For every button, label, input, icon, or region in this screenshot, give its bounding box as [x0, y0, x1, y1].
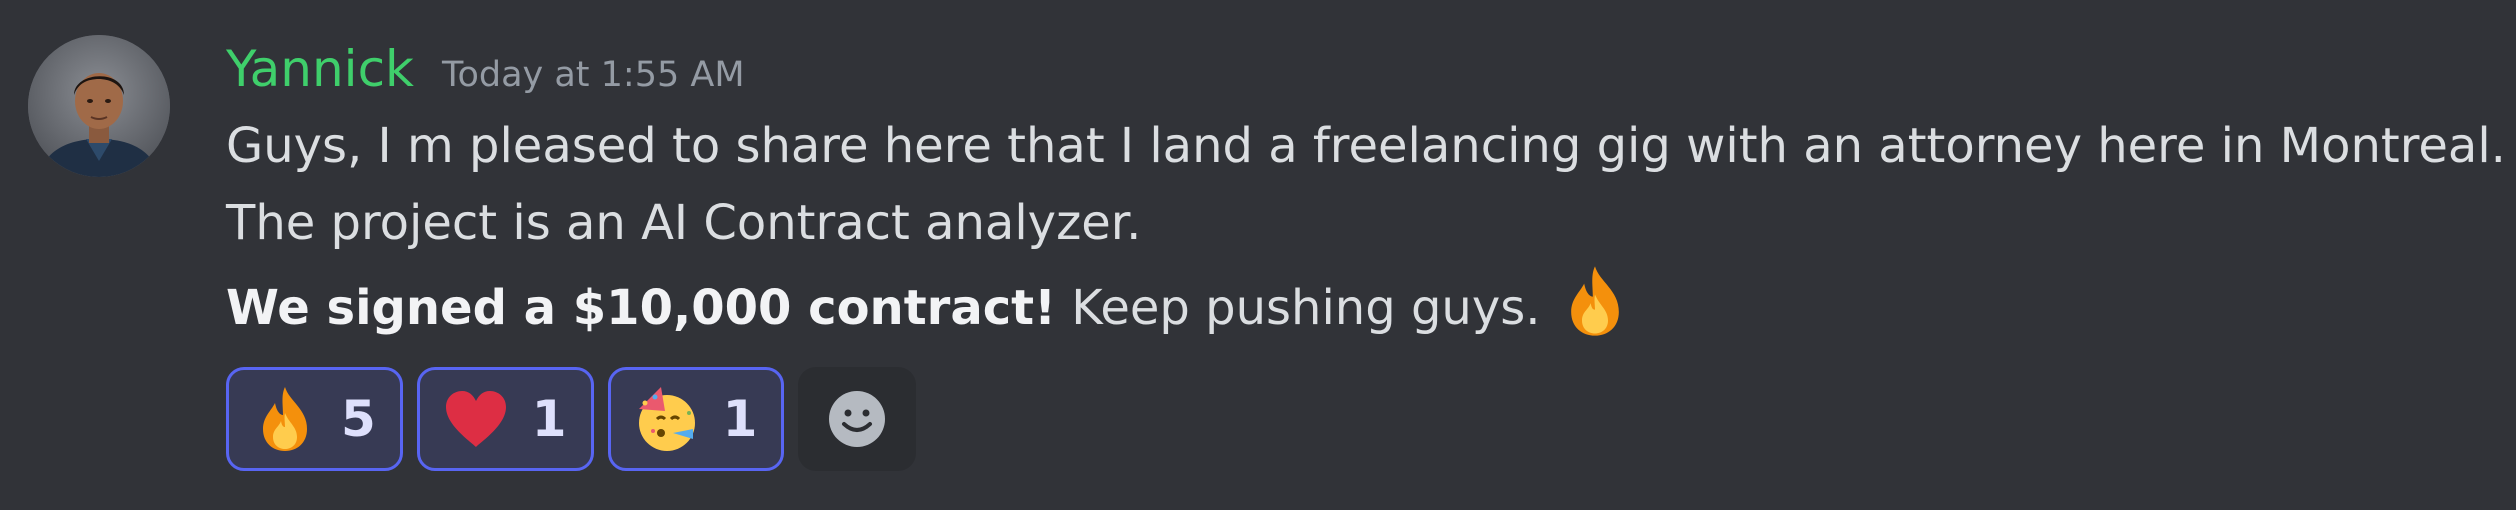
message-line-1: Guys, I m pleased to share here that I l…	[226, 118, 2506, 174]
reaction-heart[interactable]: 1	[416, 367, 594, 471]
message-rest-text: Keep pushing guys.	[1056, 280, 1541, 336]
message-header: Yannick Today at 1:55 AM	[226, 30, 2496, 108]
chat-message: Yannick Today at 1:55 AM Guys, I m pleas…	[0, 0, 2516, 510]
avatar[interactable]	[28, 35, 170, 177]
message-content: Yannick Today at 1:55 AM Guys, I m pleas…	[226, 30, 2506, 471]
reaction-count: 5	[341, 390, 376, 448]
fire-icon	[263, 387, 307, 451]
message-bold-text: We signed a $10,000 contract!	[226, 280, 1057, 336]
reaction-count: 1	[722, 390, 758, 448]
reaction-party[interactable]: 1	[607, 367, 785, 471]
reaction-count: 1	[531, 390, 567, 448]
fire-icon	[1570, 266, 1619, 336]
add-reaction-button[interactable]	[798, 367, 917, 471]
red-heart-icon	[445, 391, 506, 447]
message-line-2: The project is an AI Contract analyzer.	[226, 195, 1142, 251]
add-reaction-smiley-icon	[829, 391, 886, 447]
username[interactable]: Yannick	[226, 30, 414, 108]
message-line-3: We signed a $10,000 contract! Keep pushi…	[226, 262, 2496, 347]
reactions-bar: 5 1 1	[226, 367, 2496, 471]
partying-face-icon	[638, 387, 695, 451]
reaction-fire[interactable]: 5	[226, 367, 403, 471]
user-avatar-image	[28, 35, 170, 177]
timestamp[interactable]: Today at 1:55 AM	[442, 36, 745, 114]
